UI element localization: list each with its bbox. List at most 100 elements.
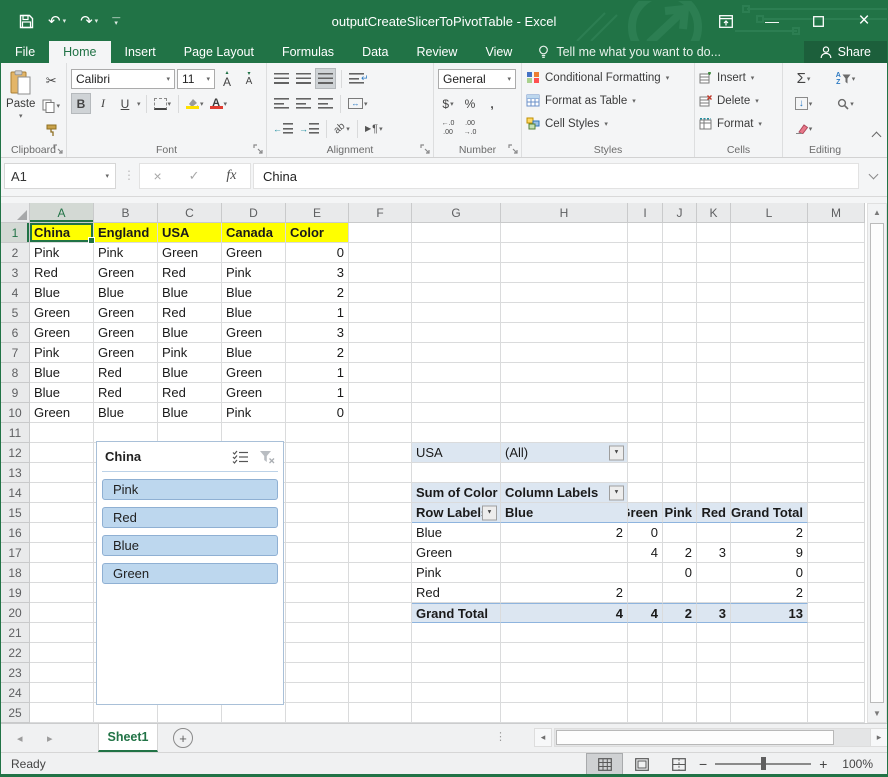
cell-H18[interactable] [501,563,628,583]
row-header-11[interactable]: 11 [1,423,30,443]
cell-F22[interactable] [349,643,412,663]
cell-M9[interactable] [808,383,865,403]
cell-H12[interactable]: (All)▼ [501,443,628,463]
cell-G24[interactable] [412,683,501,703]
merge-center-button[interactable]: ↔ ▾ [346,93,370,114]
cell-F23[interactable] [349,663,412,683]
cell-F25[interactable] [349,703,412,723]
cell-G7[interactable] [412,343,501,363]
cell-I4[interactable] [628,283,663,303]
cell-I20[interactable]: 4 [628,603,663,623]
cell-A17[interactable] [30,543,94,563]
cell-J22[interactable] [663,643,697,663]
row-header-17[interactable]: 17 [1,543,30,563]
cell-L12[interactable] [731,443,808,463]
cell-J17[interactable]: 2 [663,543,697,563]
cell-B7[interactable]: Green [94,343,158,363]
cell-L11[interactable] [731,423,808,443]
cell-G23[interactable] [412,663,501,683]
text-direction-button[interactable]: ▶¶▾ [363,118,385,139]
cell-G13[interactable] [412,463,501,483]
delete-cells-button[interactable]: Delete▾ [699,89,778,112]
cell-L19[interactable]: 2 [731,583,808,603]
cell-I15[interactable]: Green [628,503,663,523]
column-header-F[interactable]: F [349,203,412,223]
underline-button[interactable]: U [115,93,135,114]
cell-L5[interactable] [731,303,808,323]
cell-I22[interactable] [628,643,663,663]
copy-button[interactable]: ▾ [40,95,62,116]
cell-E15[interactable] [286,503,349,523]
cell-G5[interactable] [412,303,501,323]
minimize-button[interactable]: — [749,1,795,41]
top-align-button[interactable] [271,68,291,89]
cell-M23[interactable] [808,663,865,683]
cell-I16[interactable]: 0 [628,523,663,543]
cell-M18[interactable] [808,563,865,583]
cell-A24[interactable] [30,683,94,703]
cell-G11[interactable] [412,423,501,443]
slicer-item-red[interactable]: Red [102,507,278,528]
cell-A13[interactable] [30,463,94,483]
cell-M20[interactable] [808,603,865,623]
cell-K9[interactable] [697,383,731,403]
cell-G12[interactable]: USA [412,443,501,463]
cell-K21[interactable] [697,623,731,643]
row-header-23[interactable]: 23 [1,663,30,683]
cell-F9[interactable] [349,383,412,403]
scroll-down-arrow[interactable]: ▼ [868,705,886,722]
row-header-7[interactable]: 7 [1,343,30,363]
cell-D5[interactable]: Blue [222,303,286,323]
cell-G2[interactable] [412,243,501,263]
cell-B9[interactable]: Red [94,383,158,403]
paste-dropdown-arrow[interactable]: ▾ [19,112,23,120]
cell-E8[interactable]: 1 [286,363,349,383]
cell-J25[interactable] [663,703,697,723]
cell-H16[interactable]: 2 [501,523,628,543]
cell-M24[interactable] [808,683,865,703]
page-layout-view-button[interactable] [623,753,660,775]
increase-font-size-button[interactable]: ▴A [217,68,237,89]
cell-E14[interactable] [286,483,349,503]
cell-L21[interactable] [731,623,808,643]
orientation-button[interactable]: ab▾ [332,118,352,139]
fill-button[interactable]: ↓ ▾ [787,93,820,114]
cell-A25[interactable] [30,703,94,723]
cell-E3[interactable]: 3 [286,263,349,283]
cell-F7[interactable] [349,343,412,363]
cell-M10[interactable] [808,403,865,423]
cell-M1[interactable] [808,223,865,243]
normal-view-button[interactable] [586,753,623,775]
cell-H11[interactable] [501,423,628,443]
row-header-25[interactable]: 25 [1,703,30,723]
cell-I5[interactable] [628,303,663,323]
row-header-19[interactable]: 19 [1,583,30,603]
column-header-J[interactable]: J [663,203,697,223]
slicer-item-blue[interactable]: Blue [102,535,278,556]
cell-B25[interactable] [94,703,158,723]
cell-B4[interactable]: Blue [94,283,158,303]
cell-A14[interactable] [30,483,94,503]
cell-M7[interactable] [808,343,865,363]
middle-align-button[interactable] [293,68,313,89]
paste-button[interactable]: Paste ▾ [5,66,36,141]
cell-I8[interactable] [628,363,663,383]
confirm-entry-button[interactable]: ✓ [189,168,200,184]
cell-M14[interactable] [808,483,865,503]
comma-style-button[interactable]: , [482,93,502,114]
cell-A7[interactable]: Pink [30,343,94,363]
cell-L18[interactable]: 0 [731,563,808,583]
cell-E17[interactable] [286,543,349,563]
cell-F5[interactable] [349,303,412,323]
cell-K14[interactable] [697,483,731,503]
cell-B11[interactable] [94,423,158,443]
cell-I7[interactable] [628,343,663,363]
tab-scrollbar-divider[interactable]: ⋮ [495,730,506,743]
cell-F12[interactable] [349,443,412,463]
cell-H23[interactable] [501,663,628,683]
cell-A16[interactable] [30,523,94,543]
cell-I25[interactable] [628,703,663,723]
cell-C5[interactable]: Red [158,303,222,323]
hscroll-right-arrow[interactable]: ▸ [870,728,888,747]
format-as-table-button[interactable]: Format as Table▾ [526,89,690,112]
